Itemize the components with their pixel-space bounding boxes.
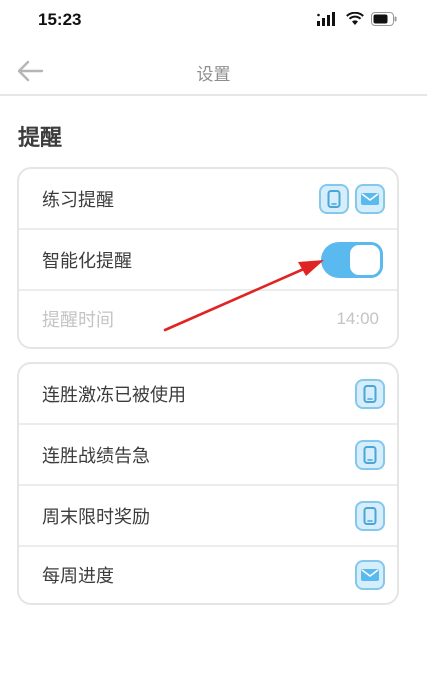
- nav-bar: 设置: [0, 48, 427, 96]
- reminder-time-value: 14:00: [336, 309, 379, 328]
- reminder-settings-card: 练习提醒 智能化提醒 提醒时间 14:00: [17, 167, 399, 349]
- mail-icon: [361, 569, 379, 581]
- wifi-icon: [346, 12, 364, 25]
- weekend-reward-row[interactable]: 周末限时奖励: [19, 486, 397, 547]
- email-notification-toggle[interactable]: [355, 560, 385, 590]
- smart-reminder-row: 智能化提醒: [19, 230, 397, 291]
- row-label: 连胜战绩告急: [42, 445, 150, 467]
- weekly-progress-row[interactable]: 每周进度: [19, 547, 397, 603]
- page-title: 设置: [196, 65, 231, 85]
- streak-notifications-card: 连胜激冻已被使用 连胜战绩告急 周末限时奖励 每周进度: [17, 362, 399, 605]
- row-label: 提醒时间: [42, 310, 114, 331]
- practice-reminder-row[interactable]: 练习提醒: [19, 169, 397, 230]
- row-label: 连胜激冻已被使用: [42, 384, 186, 406]
- phone-icon: [363, 384, 377, 403]
- row-label: 每周进度: [42, 566, 114, 587]
- status-bar: 15:23: [0, 0, 427, 44]
- row-label: 智能化提醒: [42, 250, 132, 272]
- mail-icon: [361, 192, 379, 205]
- signal-icon: [317, 12, 335, 26]
- battery-icon: [371, 12, 397, 26]
- streak-warning-row[interactable]: 连胜战绩告急: [19, 425, 397, 486]
- status-icons: [317, 12, 397, 26]
- phone-icon: [363, 506, 377, 525]
- phone-notification-toggle[interactable]: [355, 378, 385, 409]
- row-label: 周末限时奖励: [42, 506, 150, 528]
- smart-reminder-toggle[interactable]: [321, 241, 383, 278]
- phone-icon: [327, 189, 341, 208]
- row-label: 练习提醒: [42, 189, 114, 211]
- reminder-time-row[interactable]: 提醒时间 14:00: [19, 291, 397, 347]
- phone-notification-toggle[interactable]: [355, 439, 385, 470]
- status-time: 15:23: [38, 10, 82, 29]
- phone-notification-toggle[interactable]: [319, 183, 349, 214]
- section-title: 提醒: [18, 126, 63, 151]
- email-notification-toggle[interactable]: [355, 183, 385, 214]
- phone-notification-toggle[interactable]: [355, 500, 385, 531]
- phone-icon: [363, 445, 377, 464]
- streak-freeze-used-row[interactable]: 连胜激冻已被使用: [19, 364, 397, 425]
- toggle-knob: [347, 241, 383, 278]
